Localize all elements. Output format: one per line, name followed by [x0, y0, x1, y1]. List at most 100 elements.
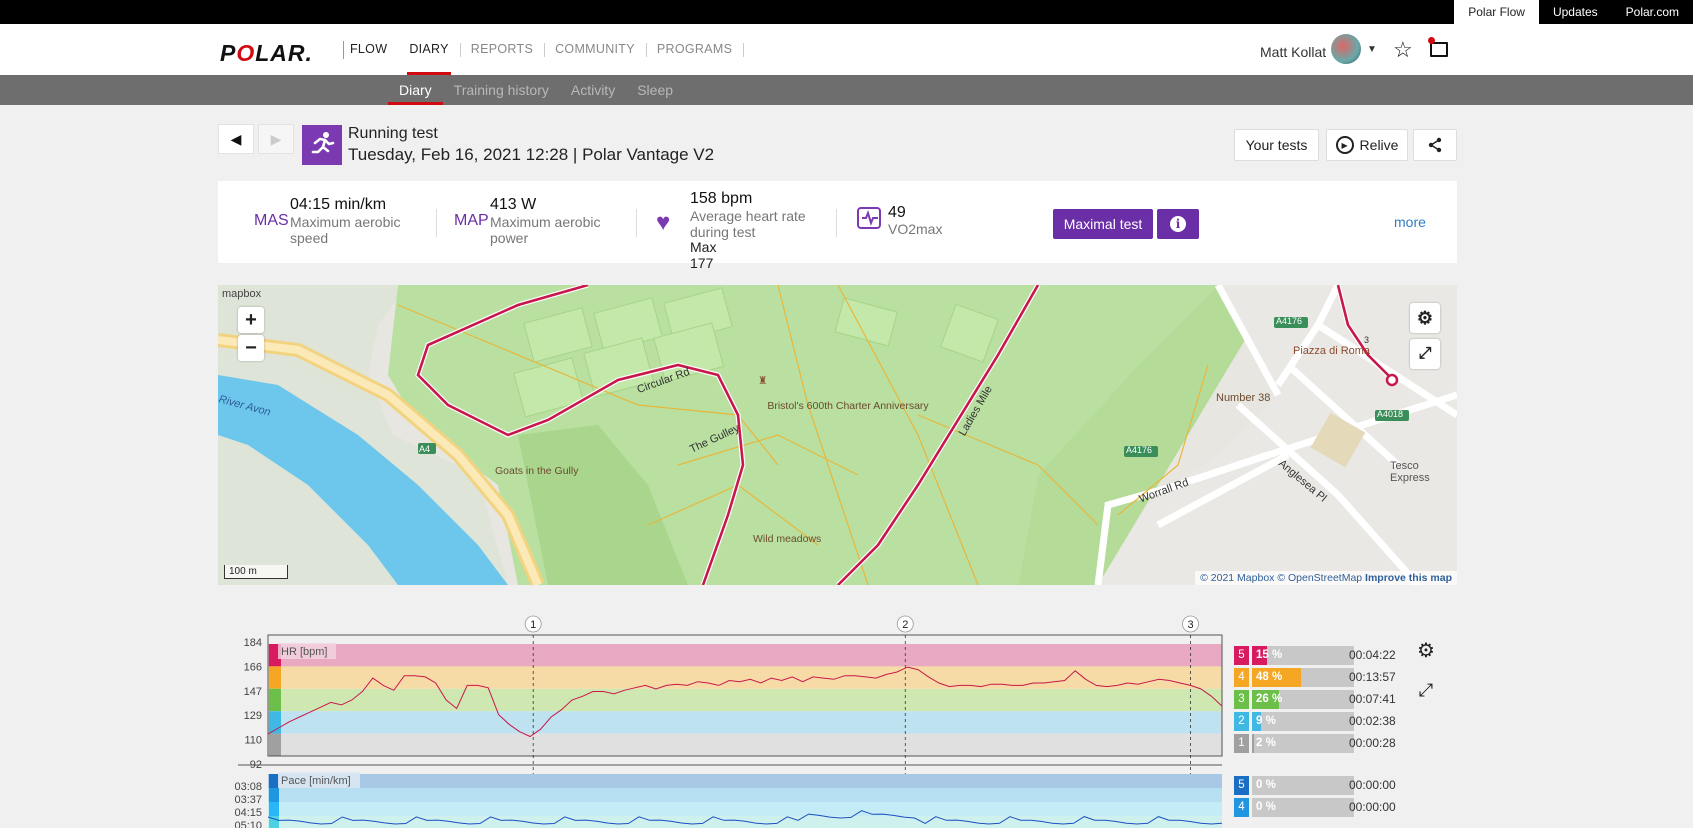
subnav-training-history[interactable]: Training history [443, 75, 560, 105]
hr-zone-band [268, 711, 1222, 734]
polar-logo[interactable]: POLAR. [220, 40, 313, 67]
zone-bar: 48 % [1252, 668, 1354, 687]
star-icon[interactable]: ☆ [1393, 37, 1413, 63]
arrow-right-icon: ▶ [270, 130, 282, 147]
zone-number: 5 [1234, 776, 1249, 795]
top-link-updates[interactable]: Updates [1539, 0, 1612, 24]
zone-number: 4 [1234, 668, 1249, 687]
zone-number: 4 [1234, 798, 1249, 817]
map-settings-button[interactable]: ⚙ [1410, 303, 1440, 333]
hr-zone-time: 00:04:22 [1349, 648, 1396, 662]
zone-bar: 0 % [1252, 776, 1354, 795]
nav-community[interactable]: COMMUNITY [555, 24, 647, 75]
zone-percent: 0 % [1256, 801, 1276, 813]
nav-diary[interactable]: DIARY [407, 24, 461, 75]
charts-area: 184 166 147 129 110 92 HR [bpm] 1 2 3 Pace [min/km… [0, 610, 1693, 828]
subnav-diary[interactable]: Diary [388, 75, 443, 105]
map-value: 413 W [490, 196, 537, 213]
subnav-activity[interactable]: Activity [560, 75, 626, 105]
map-attribution: © 2021 Mapbox © OpenStreetMap Improve th… [1195, 571, 1457, 585]
next-button[interactable]: ▶ [258, 124, 294, 154]
zoom-in-button[interactable]: + [238, 307, 264, 333]
road-label-a4: A4 [419, 444, 431, 454]
mas-abbr: MAS [254, 212, 289, 229]
pace-zone-band [268, 774, 1222, 788]
hr-zone-indicator [269, 688, 281, 712]
divider [436, 209, 437, 237]
poi-label-piazza: Piazza di Roma [1293, 345, 1371, 357]
nav-flow[interactable]: FLOW [350, 24, 387, 75]
route-map[interactable]: mapbox + − ⚙ ⤢ A4 A4176 A4176 A4018 Rive… [218, 285, 1457, 585]
session-title: Running test [348, 125, 438, 142]
avatar[interactable] [1331, 34, 1361, 64]
hr-zone-indicator [269, 733, 281, 756]
sub-nav: Diary Training history Activity Sleep [0, 75, 1693, 105]
zone-percent: 48 % [1256, 671, 1283, 683]
road-label-a4018: A4018 [1377, 409, 1404, 419]
more-link[interactable]: more [1394, 214, 1426, 230]
hr-zone-time: 00:07:41 [1349, 692, 1396, 706]
hr-zone-band [268, 688, 1222, 712]
poi-label-tesco: Tesco Express [1390, 460, 1430, 484]
chevron-down-icon[interactable]: ▼ [1367, 44, 1377, 55]
nav-reports[interactable]: REPORTS [470, 24, 546, 75]
user-name[interactable]: Matt Kollat [1260, 44, 1326, 60]
previous-button[interactable]: ◀ [218, 124, 254, 154]
notification-dot [1428, 37, 1435, 44]
pace-y-tick-label: 03:08 [234, 781, 262, 793]
subnav-sleep[interactable]: Sleep [626, 75, 684, 105]
hr-zone-time: 00:02:38 [1349, 714, 1396, 728]
zone-percent: 26 % [1256, 693, 1283, 705]
session-subtitle: Tuesday, Feb 16, 2021 12:28 | Polar Vant… [348, 145, 715, 164]
nav-diary-label: DIARY [409, 42, 449, 56]
relive-button[interactable]: ▶ Relive [1326, 129, 1408, 161]
chart-settings-button[interactable]: ⚙ [1413, 637, 1439, 663]
hr-zone-time: 00:00:28 [1349, 736, 1396, 750]
top-link-polar-flow[interactable]: Polar Flow [1454, 0, 1539, 24]
hr-zone-band [268, 666, 1222, 689]
marker-icon: ♜ [758, 375, 768, 387]
your-tests-button[interactable]: Your tests [1234, 129, 1319, 161]
zone-number: 1 [1234, 734, 1249, 753]
improve-map-link[interactable]: Improve this map [1365, 572, 1452, 584]
share-button[interactable] [1413, 129, 1457, 161]
hr-y-tick-label: 166 [244, 661, 262, 673]
map-abbr: MAP [454, 212, 489, 229]
poi-label-wild-meadows: Wild meadows [753, 533, 822, 545]
map-fullscreen-button[interactable]: ⤢ [1410, 339, 1440, 369]
messages-icon[interactable] [1430, 42, 1448, 57]
mapbox-attribution-link[interactable]: © 2021 Mapbox [1200, 572, 1274, 584]
hr-zone-band [268, 644, 1222, 667]
lap-marker-label: 1 [530, 619, 536, 631]
pace-y-tick-label: 04:15 [234, 807, 262, 819]
osm-attribution-link[interactable]: © OpenStreetMap [1277, 572, 1362, 584]
vo2max-label: VO2max [888, 221, 943, 237]
pace-y-tick-label: 05:10 [234, 820, 262, 828]
chart-fullscreen-button[interactable]: ⤢ [1413, 677, 1439, 703]
nav-reports-label: REPORTS [470, 42, 534, 56]
zone-bar-fill [1252, 734, 1255, 753]
map-canvas [218, 285, 1457, 585]
nav-programs[interactable]: PROGRAMS [657, 24, 745, 75]
zone-bar: 2 % [1252, 734, 1354, 753]
zone-number: 2 [1234, 712, 1249, 731]
zoom-out-button[interactable]: − [238, 335, 264, 361]
arrow-left-icon: ◀ [230, 130, 242, 147]
nav-community-label: COMMUNITY [555, 42, 635, 56]
top-link-polar-com[interactable]: Polar.com [1612, 0, 1693, 24]
pace-zone-time: 00:00:00 [1349, 778, 1396, 792]
mas-description: Maximum aerobic speed [290, 214, 401, 246]
pace-zone-indicator [269, 802, 279, 816]
relive-label: Relive [1359, 137, 1399, 153]
hr-value: 158 bpm [690, 190, 753, 207]
pace-zone-indicator [269, 774, 279, 788]
maximal-test-button[interactable]: Maximal test [1053, 209, 1153, 239]
play-icon: ▶ [1335, 136, 1354, 154]
lap-marker-label: 3 [1187, 619, 1193, 631]
info-button[interactable]: i [1157, 209, 1199, 239]
pace-y-tick-label: 03:37 [234, 794, 262, 806]
vo2max-icon [856, 205, 884, 236]
zone-percent: 2 % [1256, 737, 1276, 749]
hr-y-tick-label: 129 [244, 710, 262, 722]
hr-y-tick-label: 147 [244, 686, 262, 698]
